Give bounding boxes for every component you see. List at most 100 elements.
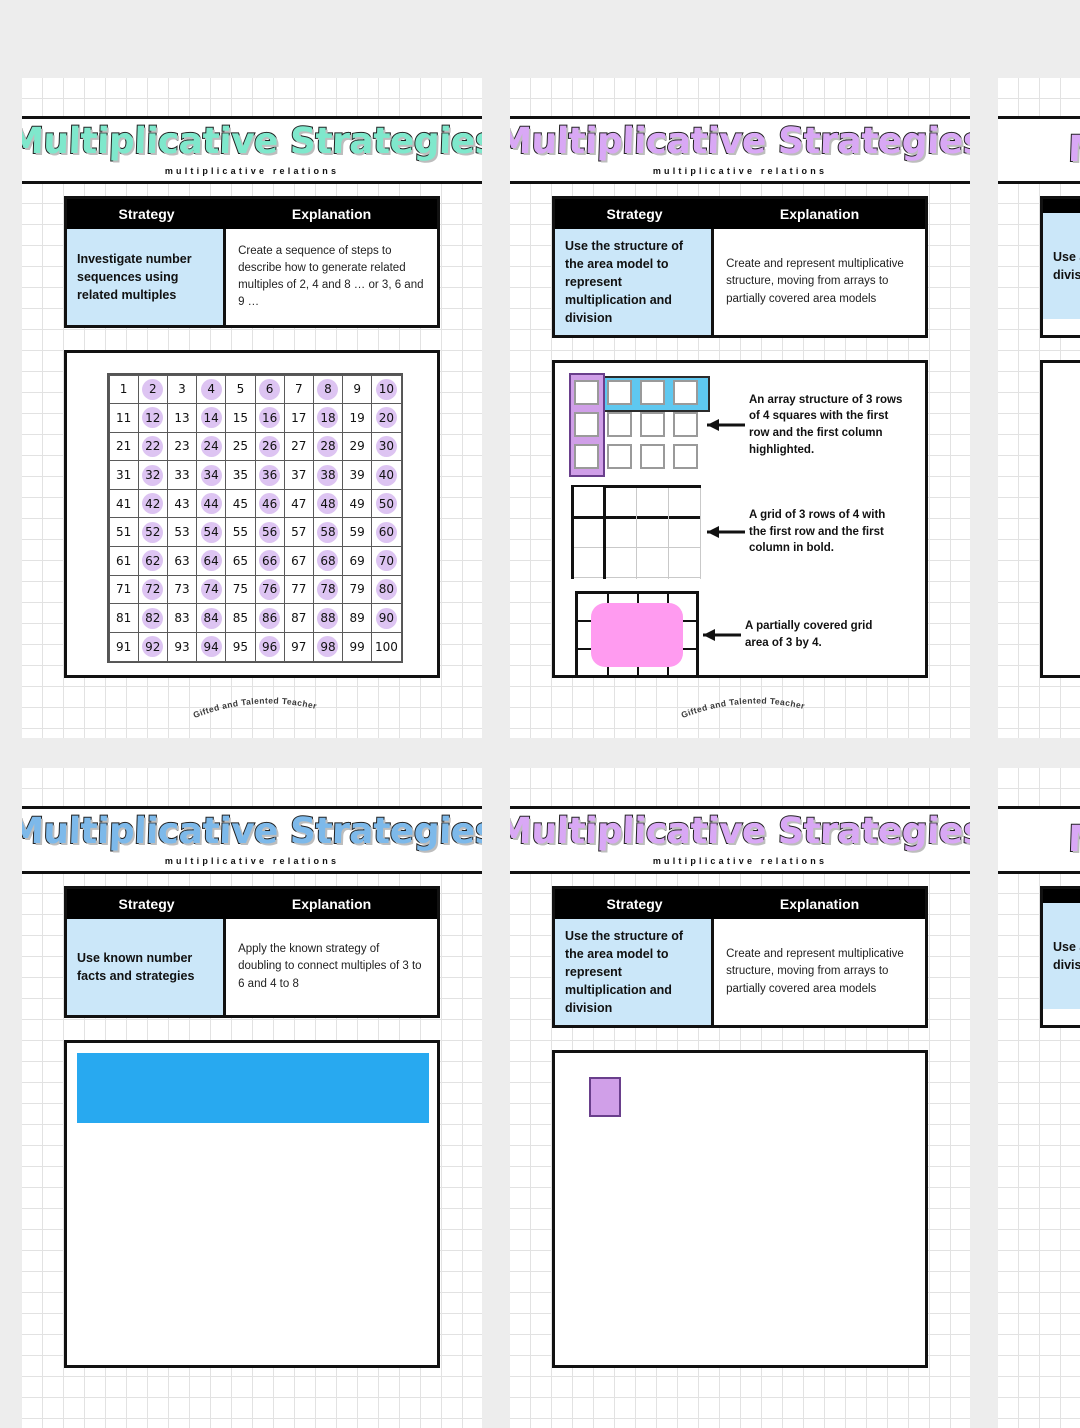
hundred-chart-cell: 77: [283, 574, 314, 605]
hundred-chart-cell: 36: [254, 460, 285, 490]
hundred-chart-cell-value: 95: [232, 639, 249, 654]
hundred-chart-cell-value: 4: [207, 382, 216, 397]
hundred-chart-cell: 2: [137, 374, 168, 405]
hundred-chart-cell-value: 56: [261, 525, 278, 540]
hundred-chart-cell: 37: [283, 460, 314, 490]
sheet-bottom-middle: Multiplicative Strategies multiplicative…: [510, 768, 970, 1428]
strategy-table-1: Strategy Explanation Investigate number …: [64, 196, 440, 328]
hundred-chart-cell-value: 43: [174, 496, 190, 511]
hundred-chart-cell: 79: [342, 574, 373, 605]
hundred-chart-cell-value: 16: [261, 410, 278, 425]
hundred-chart-cell-value: 41: [115, 496, 132, 511]
hundred-chart-cell: 56: [254, 517, 285, 548]
grid-line: [636, 485, 637, 579]
array-square: [673, 380, 698, 405]
hundred-chart-cell-value: 26: [261, 439, 278, 454]
hundred-chart-cell: 9: [342, 374, 373, 405]
arrow-left-icon-2: [703, 525, 749, 539]
hundred-chart-cell-value: 92: [145, 639, 161, 654]
hundred-chart-cell: 6: [254, 374, 285, 405]
grid-line: [700, 485, 701, 579]
hundred-chart-cell: 75: [225, 574, 256, 605]
hundred-chart-cell: 91: [108, 631, 139, 662]
hundred-chart-cell-value: 15: [232, 410, 249, 425]
hundred-chart-cell: 24: [196, 431, 227, 462]
hundred-chart-cell-value: 46: [261, 496, 278, 511]
diagram-array-highlighted: An array structure of 3 rows of 4 square…: [569, 373, 921, 477]
array-square: [673, 412, 698, 437]
hundred-chart-cell: 57: [283, 517, 314, 548]
page-title: Multiplicative Strategies: [510, 810, 970, 853]
hundred-chart-cell-value: 14: [203, 410, 219, 425]
hundred-chart-cell-value: 22: [145, 439, 161, 454]
sheet-top-right: Mu Use area repre mult divis: [998, 78, 1080, 738]
grid-line: [603, 485, 701, 488]
table-header-row: [1043, 889, 1080, 903]
hundred-chart-cell-value: 99: [349, 639, 365, 654]
hundred-chart-cell: 64: [196, 546, 227, 576]
hundred-chart-cell: 32: [137, 460, 168, 490]
column-header-explanation: Explanation: [779, 206, 860, 222]
hundred-chart-cell-value: 48: [320, 496, 336, 511]
hundred-chart-cell: 51: [108, 517, 139, 548]
table-header-row: Strategy Explanation: [555, 889, 925, 919]
hundred-chart-cell: 18: [312, 403, 344, 433]
strategy-table-4: Strategy Explanation Use known number fa…: [64, 886, 440, 1018]
hundred-chart-cell-value: 83: [174, 611, 190, 626]
hundred-chart-cell-value: 19: [349, 410, 365, 425]
hundred-chart-cell-value: 66: [261, 553, 278, 568]
table-body-row: Use the structure of the area model to r…: [555, 229, 925, 335]
title-band-4: Multiplicative Strategies multiplicative…: [22, 806, 482, 874]
hundred-chart-cell: 76: [254, 574, 285, 605]
brand-logo: Gifted and Talented Teacher: [182, 684, 352, 728]
hundred-chart-cell-value: 96: [261, 639, 278, 654]
hundred-chart-cell-value: 90: [378, 611, 395, 626]
hundred-chart-cell: 31: [108, 460, 139, 490]
hundred-chart-cell: 58: [312, 517, 344, 548]
hundred-chart-cell: 23: [166, 431, 198, 462]
hundred-chart-cell: 73: [166, 574, 198, 605]
hundred-chart-cell: 96: [254, 631, 285, 662]
hundred-chart-cell-value: 49: [349, 496, 365, 511]
grid-line: [668, 485, 669, 579]
hundred-chart-cell-value: 98: [320, 639, 336, 654]
hundred-chart-cell-value: 29: [349, 439, 365, 454]
hundred-chart-cell-value: 32: [145, 468, 161, 483]
blue-header-band: [77, 1053, 429, 1123]
page-title: Multiplicative Strategies: [22, 120, 482, 163]
diagram-caption: A grid of 3 rows of 4 with the first row…: [749, 508, 886, 555]
table-header-row: [1043, 199, 1080, 213]
hundred-chart-cell-value: 65: [232, 553, 249, 568]
hundred-chart-cell: 14: [196, 403, 227, 433]
array-square: [640, 380, 665, 405]
hundred-chart-cell-value: 55: [232, 525, 249, 540]
title-band-2: Multiplicative Strategies multiplicative…: [510, 116, 970, 184]
hundred-chart-cell: 98: [312, 631, 344, 662]
hundred-chart-cell: 52: [137, 517, 168, 548]
hundred-chart-cell: 85: [225, 603, 256, 633]
hundred-chart-cell-value: 27: [291, 439, 307, 454]
array-square: [607, 412, 632, 437]
hundred-chart-cell-value: 10: [378, 382, 395, 397]
hundred-chart-cell: 88: [312, 603, 344, 633]
hundred-chart-cell: 40: [371, 460, 402, 490]
hundred-chart-cell: 48: [312, 488, 344, 519]
hundred-chart-cell-value: 77: [291, 582, 307, 597]
hundred-chart-cell-value: 60: [378, 525, 395, 540]
hundred-chart-cell-value: 45: [232, 496, 249, 511]
hundred-chart-cell-value: 74: [203, 582, 219, 597]
hundred-chart-cell: 22: [137, 431, 168, 462]
hundred-chart-cell-value: 94: [203, 639, 219, 654]
hundred-chart-cell: 3: [166, 374, 198, 405]
column-header-strategy: [1043, 889, 1080, 903]
hundred-chart-cell: 21: [108, 431, 139, 462]
hundred-chart-cell-value: 24: [203, 439, 219, 454]
hundred-chart-cell-value: 2: [148, 382, 157, 397]
array-figure: [569, 373, 710, 477]
hundred-chart-cell-value: 13: [174, 410, 190, 425]
column-header-explanation: Explanation: [779, 896, 860, 912]
cell-strategy: Use area repre mult divis: [1043, 903, 1080, 1009]
array-squares: [571, 377, 703, 473]
hundred-chart-cell: 15: [225, 403, 256, 433]
hundred-chart-cell: 92: [137, 631, 168, 662]
